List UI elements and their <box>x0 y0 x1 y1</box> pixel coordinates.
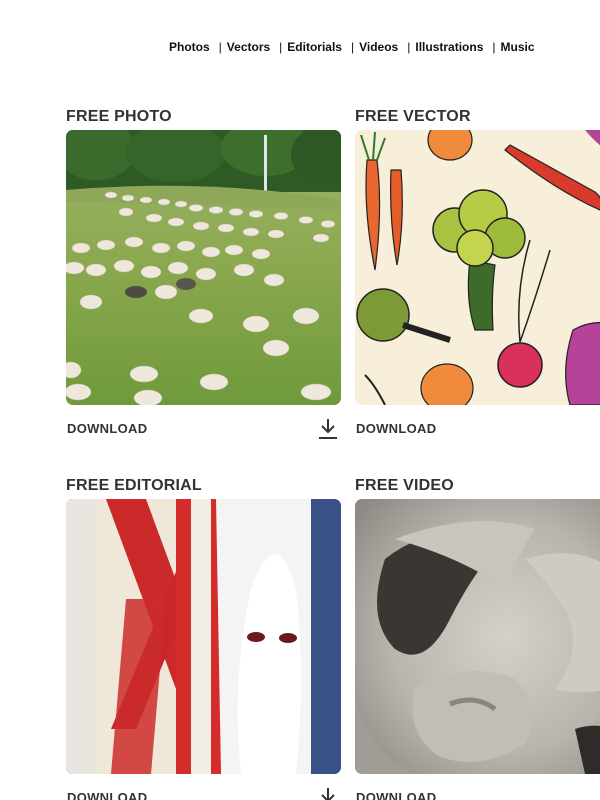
vegetables-illustration-image[interactable] <box>355 130 600 405</box>
nav-separator: | <box>279 40 283 54</box>
nav-separator: | <box>218 40 222 54</box>
download-button[interactable]: DOWNLOAD <box>356 421 436 436</box>
nav-music[interactable]: Music <box>501 40 535 54</box>
download-button[interactable]: DOWNLOAD <box>356 790 436 800</box>
nav-editorials[interactable]: Editorials <box>287 40 342 54</box>
card-footer: DOWNLOAD <box>66 787 341 800</box>
card-footer: DOWNLOAD <box>355 787 600 800</box>
card-title: FREE PHOTO <box>66 108 172 125</box>
sheep-meadow-image[interactable] <box>66 130 341 405</box>
free-editorial-card: FREE EDITORIAL DOWNLOAD <box>66 475 341 800</box>
nav-videos[interactable]: Videos <box>359 40 398 54</box>
free-vector-card: FREE VECTOR DOWNLOAD <box>355 106 600 448</box>
download-button[interactable]: DOWNLOAD <box>67 421 147 436</box>
nav-separator: | <box>350 40 355 54</box>
nav-photos[interactable]: Photos <box>169 40 210 54</box>
free-video-card: FREE VIDEO DOWNLOAD <box>355 475 600 800</box>
card-title: FREE EDITORIAL <box>66 477 202 494</box>
nav-separator: | <box>407 40 411 54</box>
video-sculpture-image[interactable] <box>355 499 600 774</box>
download-icon[interactable] <box>318 418 338 440</box>
editorial-flags-image[interactable] <box>66 499 341 774</box>
download-button[interactable]: DOWNLOAD <box>67 790 147 800</box>
download-icon[interactable] <box>318 787 338 800</box>
card-footer: DOWNLOAD <box>66 418 341 448</box>
page: Photos | Vectors | Editorials | Videos |… <box>0 0 600 800</box>
nav-vectors[interactable]: Vectors <box>227 40 270 54</box>
card-title: FREE VECTOR <box>355 108 471 125</box>
top-nav: Photos | Vectors | Editorials | Videos |… <box>169 40 535 54</box>
card-footer: DOWNLOAD <box>355 418 600 448</box>
nav-separator: | <box>492 40 496 54</box>
card-title: FREE VIDEO <box>355 477 454 494</box>
free-photo-card: FREE PHOTO DOWNLOAD <box>66 106 341 448</box>
nav-illustrations[interactable]: Illustrations <box>415 40 483 54</box>
